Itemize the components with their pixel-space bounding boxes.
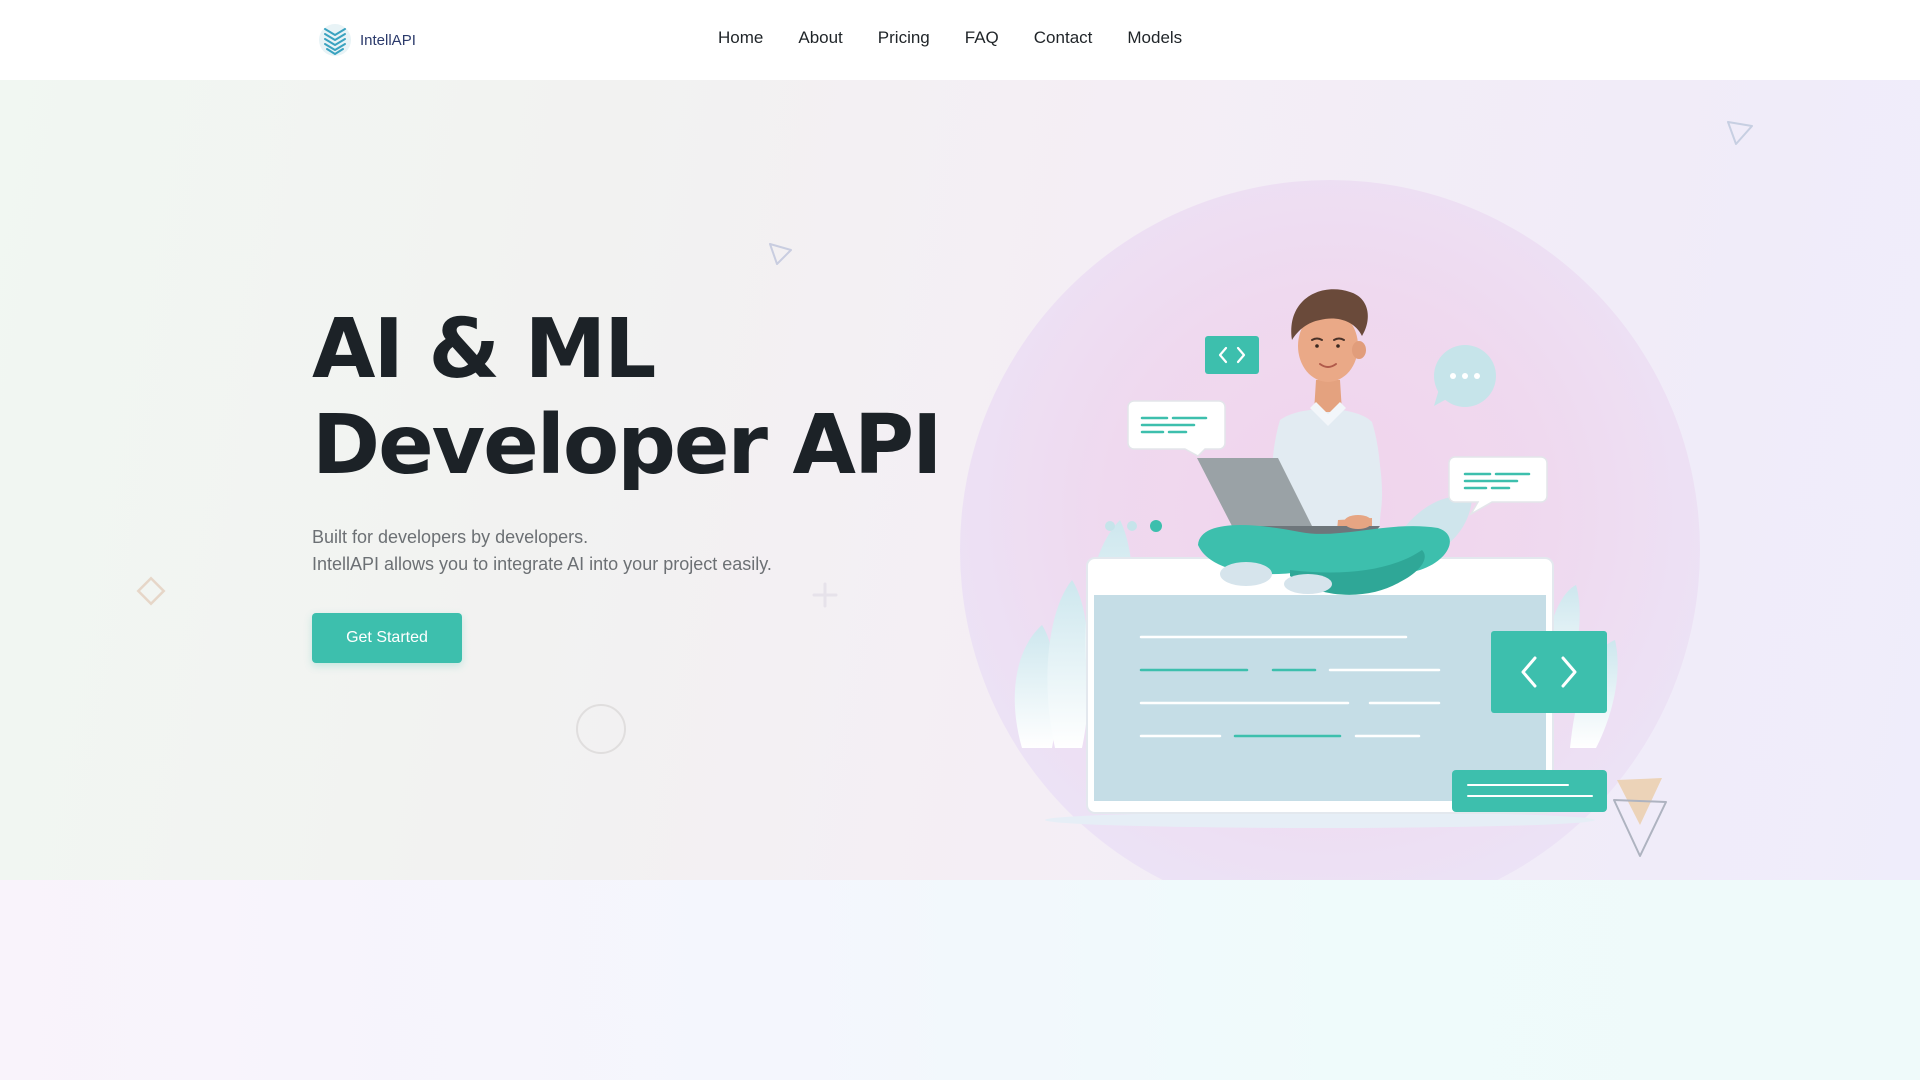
developer-illustration xyxy=(960,180,1700,880)
nav-about-link[interactable]: About xyxy=(798,28,842,47)
hero-title-line-2: Developer API xyxy=(312,398,943,493)
hero-subtitle: Built for developers by developers. Inte… xyxy=(312,524,772,578)
nav-pricing-link[interactable]: Pricing xyxy=(878,28,930,47)
hero-subtitle-line-2: IntellAPI allows you to integrate AI int… xyxy=(312,554,772,574)
brand-name: IntellAPI xyxy=(360,31,416,49)
nav-models-link[interactable]: Models xyxy=(1127,28,1182,47)
navbar: IntellAPI Home About Pricing FAQ Contact… xyxy=(0,0,1920,80)
hero-title: AI & ML Developer API xyxy=(312,302,943,494)
triangle-outline-icon xyxy=(1727,121,1753,145)
triangle-shape-icon xyxy=(769,243,792,265)
get-started-button[interactable]: Get Started xyxy=(312,613,462,663)
circle-shape-icon xyxy=(576,704,626,754)
code-card xyxy=(1491,631,1607,713)
hero-title-line-1: AI & ML xyxy=(312,302,656,397)
nav-faq-link[interactable]: FAQ xyxy=(965,28,999,47)
layered-chevron-logo-icon xyxy=(319,24,351,56)
nav-home-link[interactable]: Home xyxy=(718,28,763,47)
main-nav: Home About Pricing FAQ Contact Models xyxy=(718,28,1182,48)
hero-subtitle-line-1: Built for developers by developers. xyxy=(312,527,589,547)
plus-shape-icon xyxy=(812,582,838,608)
code-chip xyxy=(1205,336,1259,374)
brand-logo-link[interactable]: IntellAPI xyxy=(318,20,416,60)
next-section-background xyxy=(0,880,1920,1080)
hero-section: AI & ML Developer API Built for develope… xyxy=(0,80,1920,880)
diamond-shape-icon xyxy=(136,576,166,606)
chat-bubble-left xyxy=(1127,400,1226,457)
nav-contact-link[interactable]: Contact xyxy=(1034,28,1093,47)
